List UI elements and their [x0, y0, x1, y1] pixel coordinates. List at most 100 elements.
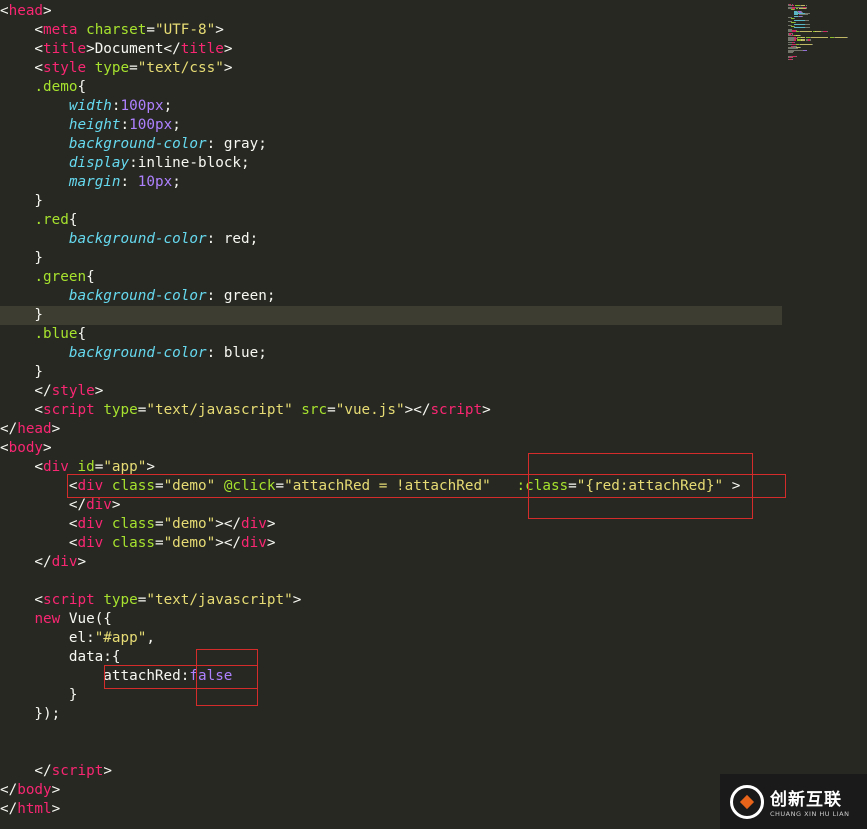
code-line[interactable]: margin: 10px;	[0, 173, 782, 192]
code-line[interactable]: </script>	[0, 762, 782, 781]
code-token: >	[103, 763, 112, 779]
code-line[interactable]: <title>Document</title>	[0, 40, 782, 59]
minimap[interactable]	[782, 0, 867, 60]
code-token: head	[17, 421, 52, 437]
code-token: }	[0, 364, 44, 380]
code-line[interactable]: </div>	[0, 553, 782, 572]
minimap-stroke	[827, 31, 829, 33]
code-token: .blue	[34, 326, 78, 342]
code-token: </	[0, 763, 52, 779]
code-line[interactable]: <head>	[0, 2, 782, 21]
code-token: "text/css"	[137, 60, 224, 76]
code-line[interactable]: </html>	[0, 800, 782, 819]
code-line[interactable]: background-color: red;	[0, 230, 782, 249]
code-token: ;	[172, 174, 181, 190]
code-line[interactable]: display:inline-block;	[0, 154, 782, 173]
code-line[interactable]: width:100px;	[0, 97, 782, 116]
code-line[interactable]: }	[0, 249, 782, 268]
minimap-stroke	[806, 7, 808, 9]
minimap-stroke	[793, 19, 805, 21]
minimap-stroke	[804, 27, 810, 29]
code-line[interactable]: <style type="text/css">	[0, 59, 782, 78]
minimap-stroke	[793, 23, 805, 25]
code-line[interactable]: <div id="app">	[0, 458, 782, 477]
code-line[interactable]: </head>	[0, 420, 782, 439]
code-token: .red	[34, 212, 69, 228]
code-token: <	[0, 402, 44, 418]
code-line[interactable]: <script type="text/javascript" src="vue.…	[0, 401, 782, 420]
code-token: div	[43, 459, 69, 475]
code-token: style	[43, 60, 87, 76]
code-token: >	[215, 22, 224, 38]
code-token: >	[266, 535, 276, 551]
code-token: :	[111, 98, 121, 114]
code-line[interactable]: </style>	[0, 382, 782, 401]
code-token: "UTF-8"	[154, 22, 216, 38]
code-token: div	[77, 478, 104, 494]
code-line[interactable]: }	[0, 363, 782, 382]
code-editor[interactable]: <head> <meta charset="UTF-8"> <title>Doc…	[0, 0, 782, 829]
code-line[interactable]	[0, 572, 782, 591]
code-token: type	[94, 60, 130, 76]
code-line[interactable]: background-color: green;	[0, 287, 782, 306]
code-line[interactable]: new Vue({	[0, 610, 782, 629]
minimap-stroke	[804, 19, 809, 21]
code-token: script	[43, 402, 95, 418]
code-token: >	[482, 402, 491, 418]
code-line[interactable]: .green{	[0, 268, 782, 287]
code-token: 100px	[129, 117, 173, 133]
code-line[interactable]: .blue{	[0, 325, 782, 344]
code-token: el:	[0, 630, 95, 646]
code-token: "text/javascript"	[146, 402, 293, 418]
code-line[interactable]: </body>	[0, 781, 782, 800]
code-line[interactable]: <div class="demo"></div>	[0, 534, 782, 553]
minimap-stroke	[793, 27, 805, 29]
logo-subtitle: CHUANG XIN HU LIAN	[770, 810, 850, 818]
code-token: class	[111, 478, 155, 494]
code-line[interactable]: }	[0, 192, 782, 211]
code-line[interactable]: <div class="demo" @click="attachRed = !a…	[0, 477, 782, 496]
code-token: >	[223, 60, 233, 76]
minimap-stroke	[799, 46, 801, 48]
code-line[interactable]	[0, 743, 782, 762]
code-line[interactable]: height:100px;	[0, 116, 782, 135]
code-line[interactable]: }	[0, 306, 782, 325]
code-line[interactable]: attachRed:false	[0, 667, 782, 686]
code-line[interactable]: </div>	[0, 496, 782, 515]
code-line[interactable]: data:{	[0, 648, 782, 667]
code-token: </	[0, 421, 18, 437]
minimap-stroke	[811, 44, 813, 46]
code-line[interactable]: .demo{	[0, 78, 782, 97]
code-line[interactable]: <meta charset="UTF-8">	[0, 21, 782, 40]
code-token: div	[77, 535, 104, 551]
code-token: >	[292, 592, 302, 608]
code-line[interactable]: background-color: blue;	[0, 344, 782, 363]
code-line[interactable]: });	[0, 705, 782, 724]
code-token: >	[146, 459, 155, 475]
minimap-stroke	[792, 58, 794, 60]
minimap-stroke	[846, 36, 849, 38]
code-line[interactable]	[0, 724, 782, 743]
code-token: type	[103, 592, 138, 608]
code-line[interactable]: .red{	[0, 211, 782, 230]
code-token: id	[77, 459, 95, 475]
code-line[interactable]: <body>	[0, 439, 782, 458]
code-line[interactable]: <div class="demo"></div>	[0, 515, 782, 534]
code-line[interactable]: <script type="text/javascript">	[0, 591, 782, 610]
code-line[interactable]: }	[0, 686, 782, 705]
code-token: html	[17, 801, 52, 817]
minimap-stroke	[788, 52, 793, 54]
code-line[interactable]: el:"#app",	[0, 629, 782, 648]
code-token: <	[0, 516, 78, 532]
minimap-stroke	[802, 15, 803, 17]
code-token: margin	[68, 174, 121, 190]
code-line[interactable]: background-color: gray;	[0, 135, 782, 154]
code-token: >	[43, 3, 52, 19]
code-token: : blue;	[206, 345, 267, 361]
code-token: Vue({	[60, 611, 112, 627]
